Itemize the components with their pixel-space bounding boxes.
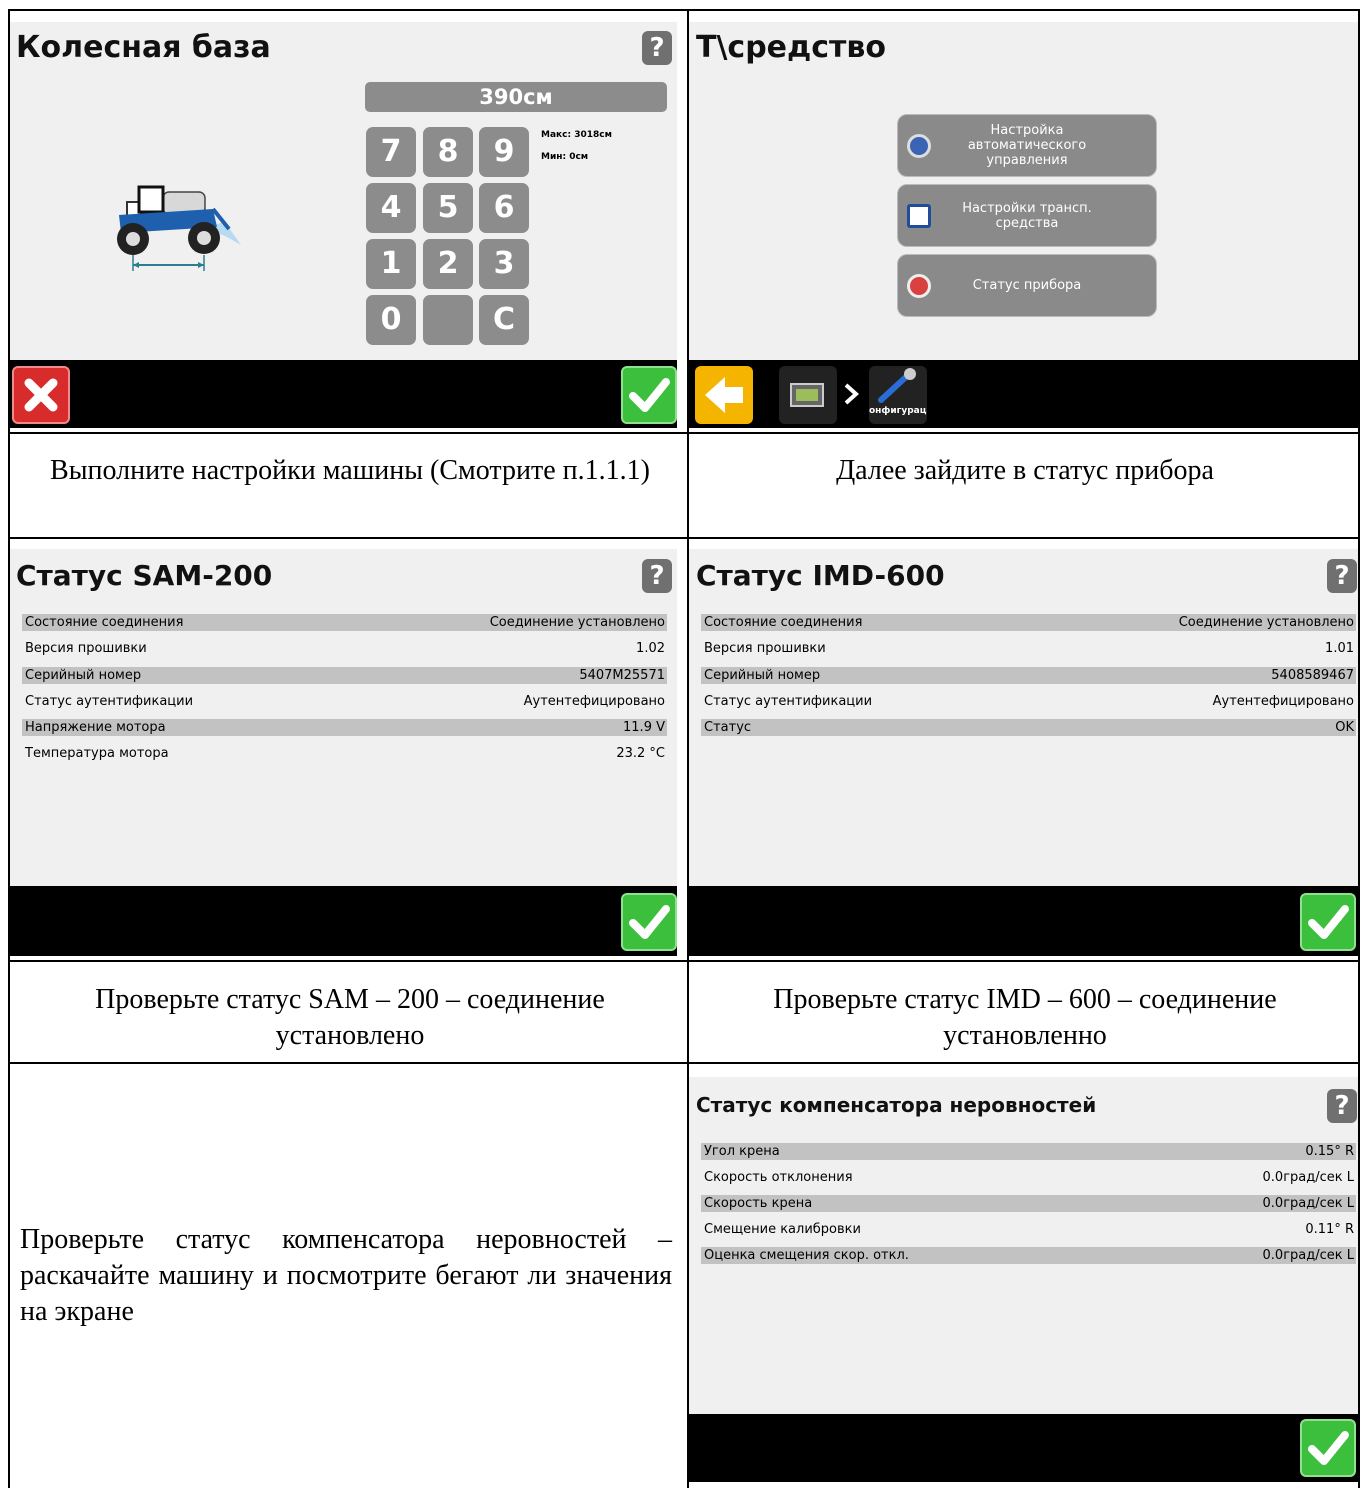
vehicle-menu-screen: Т\средство Настройка автоматического упр… (689, 22, 1358, 428)
page-title: Статус IMD-600 (696, 559, 945, 592)
status-row: Серийный номер 5408589467 (701, 667, 1356, 684)
key-7[interactable]: 7 (366, 127, 416, 177)
status-row: Температура мотора 23.2 °C (25, 746, 665, 761)
status-row: Состояние соединения Соединение установле… (22, 614, 667, 631)
key-blank[interactable] (423, 295, 473, 345)
cancel-button[interactable] (12, 366, 70, 424)
key-4[interactable]: 4 (366, 183, 416, 233)
wheelbase-screen: Колесная база ? 390см Макс: 3018см Мин: … (10, 22, 677, 428)
bottom-bar (10, 360, 677, 428)
checkmark-icon (1308, 905, 1349, 939)
key-9[interactable]: 9 (479, 127, 529, 177)
chevron-right-icon (844, 383, 859, 405)
key-8[interactable]: 8 (423, 127, 473, 177)
checkmark-icon (1308, 1431, 1349, 1465)
caption-machine-settings: Выполните настройки машины (Смотрите п.1… (50, 455, 650, 486)
status-row: Версия прошивки 1.02 (25, 641, 665, 656)
breadcrumb-label: онфигурац (869, 406, 927, 416)
table-row-line-3 (8, 960, 1360, 962)
table-row-line-2 (8, 537, 1360, 539)
breadcrumb-display-icon[interactable] (779, 366, 837, 424)
status-row: Смещение калибровки 0.11° R (704, 1222, 1354, 1237)
arrow-left-icon (705, 377, 743, 413)
gauge-icon (907, 274, 931, 298)
help-button[interactable]: ? (642, 31, 672, 65)
caption-imd600: Проверьте статус IMD – 600 – соединение … (773, 984, 1277, 1051)
menu-item-label: Статус прибора (972, 278, 1082, 293)
help-button[interactable]: ? (1327, 559, 1357, 593)
status-row: Серийный номер 5407M25571 (22, 667, 667, 684)
wheelbase-value-display: 390см (365, 82, 667, 112)
wrench-icon (878, 368, 916, 403)
help-button[interactable]: ? (642, 559, 672, 593)
list-icon (907, 204, 931, 228)
sprayer-vehicle-icon (117, 185, 241, 271)
key-clear[interactable]: C (479, 295, 529, 345)
min-value-label: Мин: 0см (541, 152, 589, 162)
page-title: Статус SAM-200 (16, 559, 273, 592)
confirm-button[interactable] (1300, 1419, 1356, 1477)
bottom-bar (689, 1414, 1358, 1482)
key-6[interactable]: 6 (479, 183, 529, 233)
key-2[interactable]: 2 (423, 239, 473, 289)
status-row: Угол крена 0.15° R (701, 1143, 1356, 1160)
breadcrumb-config[interactable]: онфигурац (869, 366, 927, 424)
table-row-line-4 (8, 1062, 1360, 1064)
status-row: Статус OK (701, 719, 1356, 736)
close-icon (24, 378, 58, 412)
checkmark-icon (629, 905, 670, 939)
status-row: Скорость отклонения 0.0град/сек L (704, 1170, 1354, 1185)
status-row: Состояние соединения Соединение установле… (701, 614, 1356, 631)
status-row: Статус аутентификации Аутентефицировано (25, 694, 665, 709)
key-0[interactable]: 0 (366, 295, 416, 345)
compensator-status-screen: Статус компенсатора неровностей ? Угол к… (689, 1077, 1358, 1482)
auto-steering-settings-button[interactable]: Настройка автоматического управления (897, 114, 1157, 177)
device-status-button[interactable]: Статус прибора (897, 254, 1157, 317)
help-button[interactable]: ? (1327, 1089, 1357, 1123)
confirm-button[interactable] (621, 893, 677, 951)
menu-item-label: Настройка автоматического управления (967, 123, 1087, 168)
vehicle-settings-button[interactable]: Настройки трансп. средства (897, 184, 1157, 247)
imd600-status-screen: Статус IMD-600 ? Состояние соединения Сое… (689, 549, 1358, 956)
sam200-status-screen: Статус SAM-200 ? Состояние соединения Сое… (10, 549, 677, 956)
bottom-bar (689, 886, 1358, 956)
back-button[interactable] (695, 366, 753, 424)
bottom-bar (10, 886, 677, 956)
caption-sam200: Проверьте статус SAM – 200 – соединение … (95, 984, 605, 1051)
table-border-top (8, 9, 1360, 11)
monitor-icon (790, 383, 824, 407)
page-title: Т\средство (696, 30, 887, 65)
status-row: Напряжение мотора 11.9 V (22, 719, 667, 736)
page-title: Колесная база (16, 30, 271, 65)
key-5[interactable]: 5 (423, 183, 473, 233)
key-1[interactable]: 1 (366, 239, 416, 289)
status-row: Версия прошивки 1.01 (704, 641, 1354, 656)
status-row: Статус аутентификации Аутентефицировано (704, 694, 1354, 709)
menu-item-label: Настройки трансп. средства (962, 200, 1092, 231)
steering-wheel-icon (907, 134, 931, 158)
status-row: Скорость крена 0.0град/сек L (701, 1195, 1356, 1212)
max-value-label: Макс: 3018см (541, 130, 612, 140)
confirm-button[interactable] (1300, 893, 1356, 951)
confirm-button[interactable] (621, 366, 677, 424)
caption-compensator: Проверьте статус компенсатора неровносте… (20, 1224, 672, 1327)
page-title: Статус компенсатора неровностей (696, 1093, 1097, 1117)
caption-device-status: Далее зайдите в статус прибора (836, 455, 1214, 486)
checkmark-icon (629, 378, 670, 412)
key-3[interactable]: 3 (479, 239, 529, 289)
bottom-bar: онфигурац (689, 360, 1358, 428)
status-row: Оценка смещения скор. откл. 0.0град/сек L (701, 1247, 1356, 1264)
table-row-line-1 (8, 432, 1360, 434)
